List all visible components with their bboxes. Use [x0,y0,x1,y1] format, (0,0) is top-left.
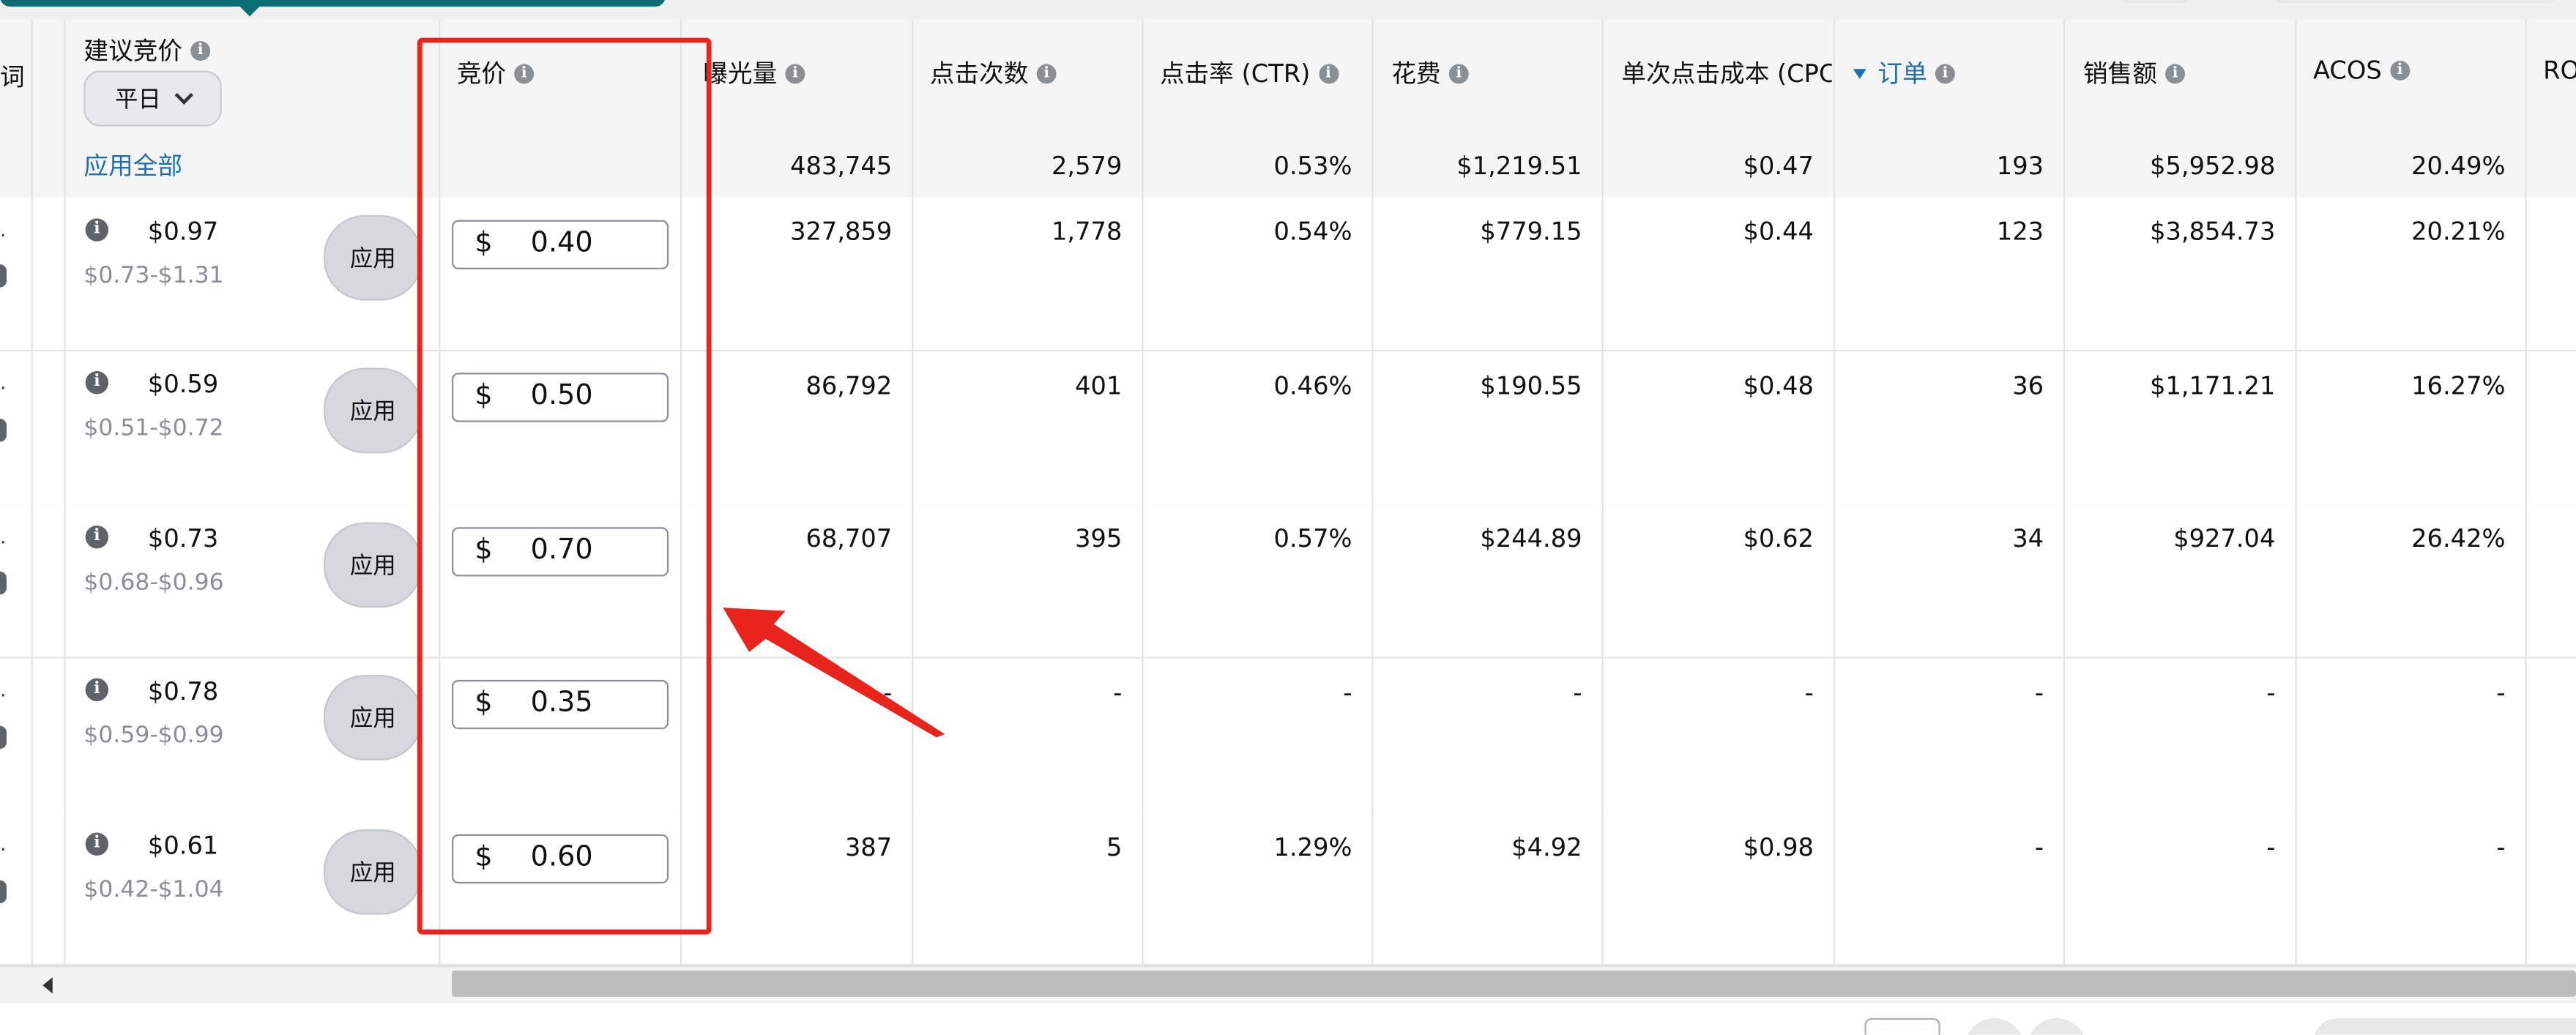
page-size-select[interactable] [2312,1018,2576,1035]
scrollbar-thumb[interactable] [451,970,2576,997]
scroll-left-icon[interactable] [42,976,53,994]
arrow-icon [723,608,945,738]
stage: 词 建议竞价 i 平日 竞价 i 曝光量 i 点击次数 i 点击率 (CTR) i 花费 i… [0,0,2576,1035]
page-input[interactable] [1864,1018,1940,1035]
annotation-arrow [723,608,945,738]
footer [0,1003,2576,1035]
